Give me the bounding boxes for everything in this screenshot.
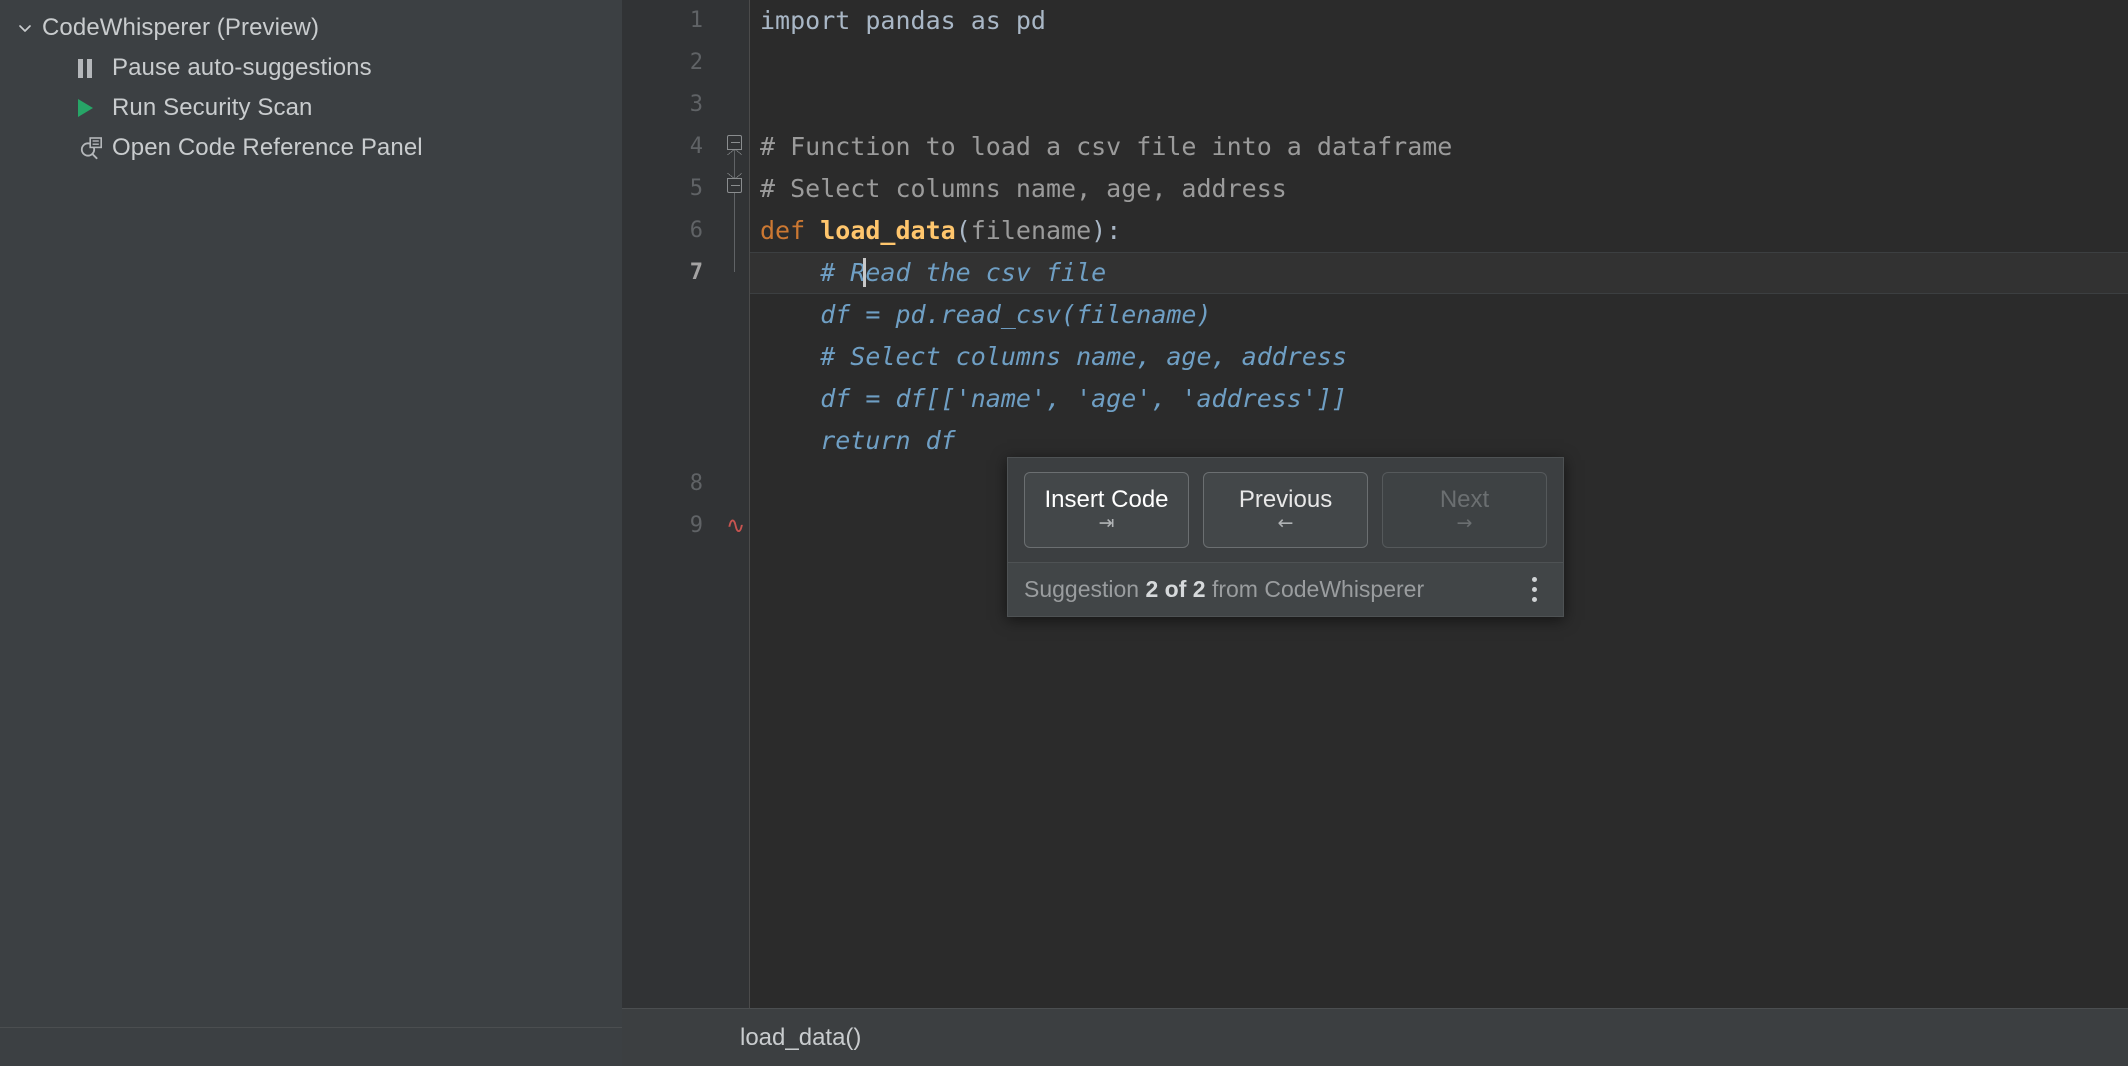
code-token-param: filename (971, 210, 1091, 252)
sidebar-item-label: Pause auto-suggestions (112, 56, 372, 80)
code-token-keyword: def (760, 210, 820, 252)
tree-node-root-label: CodeWhisperer (Preview) (42, 16, 319, 40)
error-marker-icon[interactable]: ∿ (726, 515, 745, 538)
fold-marker-strip[interactable]: ∿ (721, 0, 749, 1008)
editor-body: 1 2 3 4 5 6 7 8 9 ∿ (622, 0, 2128, 1008)
codewhisperer-suggestion-popup: Insert Code ⇥ Previous ← Next → (1007, 457, 1564, 617)
fold-collapse-icon[interactable] (727, 135, 742, 150)
code-token: import pandas as pd (760, 0, 1046, 42)
fold-region-line (734, 142, 735, 272)
sidebar-bottom-divider (0, 1027, 622, 1066)
sidebar-item-pause-auto-suggestions[interactable]: Pause auto-suggestions (0, 48, 622, 88)
pause-icon (78, 55, 106, 81)
suggestion-status-suffix: from CodeWhisperer (1206, 576, 1425, 602)
code-token: ( (956, 210, 971, 252)
fold-collapse-icon[interactable] (727, 178, 742, 193)
line-number: 1 (690, 10, 703, 32)
code-token: # Function to load a csv file into a dat… (760, 126, 1452, 168)
suggestion-status-prefix: Suggestion (1024, 576, 1145, 602)
arrow-right-icon: → (1457, 514, 1473, 533)
sidebar-item-open-code-reference-panel[interactable]: Open Code Reference Panel (0, 128, 622, 168)
next-label: Next (1440, 488, 1489, 512)
previous-suggestion-button[interactable]: Previous ← (1203, 472, 1368, 548)
code-line[interactable]: def load_data(filename): (750, 210, 2128, 252)
codewhisperer-tool-window: CodeWhisperer (Preview) Pause auto-sugge… (0, 0, 622, 1066)
arrow-left-icon: ← (1278, 514, 1294, 533)
code-line-ghost[interactable]: # Select columns name, age, address (750, 336, 2128, 378)
suggestion-status-bar: Suggestion 2 of 2 from CodeWhisperer (1008, 562, 1563, 616)
code-line[interactable]: # Select columns name, age, address (750, 168, 2128, 210)
code-token: ): (1091, 210, 1121, 252)
breadcrumb-bar[interactable]: load_data() (622, 1008, 2128, 1066)
text-caret (863, 258, 866, 287)
suggestion-status-text: Suggestion 2 of 2 from CodeWhisperer (1024, 578, 1424, 601)
code-line[interactable]: import pandas as pd (750, 0, 2128, 42)
code-line[interactable] (750, 42, 2128, 84)
insert-code-button[interactable]: Insert Code ⇥ (1024, 472, 1189, 548)
chevron-down-icon[interactable] (12, 15, 38, 41)
ghost-text-token: # Select columns name, age, address (760, 336, 1347, 378)
sidebar-item-run-security-scan[interactable]: Run Security Scan (0, 88, 622, 128)
line-number: 6 (690, 220, 703, 242)
ghost-text-token: df = pd.read_csv(filename) (760, 294, 1212, 336)
code-line[interactable] (750, 84, 2128, 126)
code-line[interactable]: # Function to load a csv file into a dat… (750, 126, 2128, 168)
line-number-current: 7 (690, 262, 703, 284)
ghost-text-token: df = df[['name', 'age', 'address']] (760, 378, 1347, 420)
line-number: 3 (690, 94, 703, 116)
sidebar-item-label: Run Security Scan (112, 96, 312, 120)
code-token: # Select columns name, age, address (760, 168, 1287, 210)
line-number: 9 (690, 515, 703, 537)
line-number: 5 (690, 178, 703, 200)
previous-label: Previous (1239, 488, 1332, 512)
line-number: 8 (690, 473, 703, 495)
line-number: 4 (690, 136, 703, 158)
tab-key-icon: ⇥ (1099, 514, 1115, 533)
breadcrumb[interactable]: load_data() (740, 1026, 861, 1050)
play-icon (78, 95, 106, 121)
code-reference-search-icon (78, 135, 106, 161)
fold-minus-glyph (731, 142, 740, 143)
code-line-ghost[interactable]: df = df[['name', 'age', 'address']] (750, 378, 2128, 420)
code-editor: 1 2 3 4 5 6 7 8 9 ∿ (622, 0, 2128, 1066)
more-options-vertical-icon[interactable] (1521, 573, 1547, 607)
code-surface[interactable]: import pandas as pd # Function to load a… (749, 0, 2128, 1008)
code-token-function: load_data (820, 210, 955, 252)
code-line-ghost[interactable]: df = pd.read_csv(filename) (750, 294, 2128, 336)
ide-window: CodeWhisperer (Preview) Pause auto-sugge… (0, 0, 2128, 1066)
code-line-ghost[interactable]: return df (750, 420, 2128, 462)
code-line-current[interactable]: # Read the csv file (750, 252, 2128, 294)
suggestion-counter: 2 of 2 (1145, 576, 1205, 602)
next-suggestion-button: Next → (1382, 472, 1547, 548)
suggestion-actions: Insert Code ⇥ Previous ← Next → (1008, 458, 1563, 562)
ghost-text-token: # Read the csv file (760, 252, 1106, 294)
line-number: 2 (690, 52, 703, 74)
ghost-text-token: return df (760, 420, 956, 462)
line-number-gutter[interactable]: 1 2 3 4 5 6 7 8 9 (622, 0, 721, 1008)
sidebar-item-label: Open Code Reference Panel (112, 136, 423, 160)
insert-code-label: Insert Code (1044, 488, 1168, 512)
fold-minus-glyph (731, 185, 740, 186)
tree-node-codewhisperer-root[interactable]: CodeWhisperer (Preview) (0, 8, 622, 48)
